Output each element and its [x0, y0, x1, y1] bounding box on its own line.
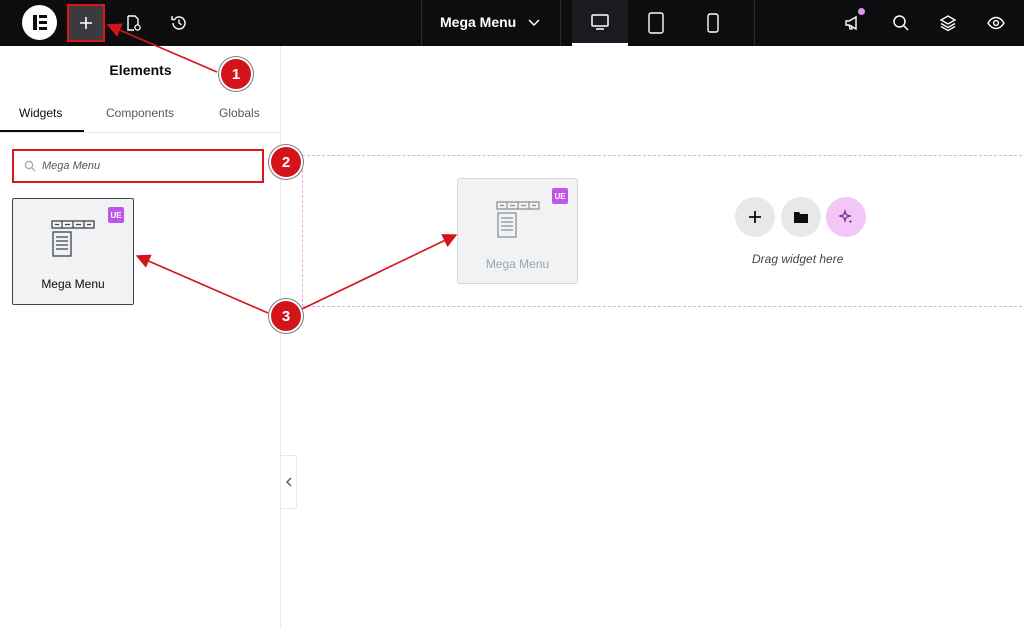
elementor-logo-icon[interactable] — [22, 5, 57, 40]
step-marker-1: 1 — [219, 57, 253, 91]
notification-dot — [858, 8, 865, 15]
device-mobile-button[interactable] — [685, 0, 741, 46]
step-marker-2: 2 — [269, 145, 303, 179]
chevron-down-icon[interactable] — [526, 14, 542, 30]
add-element-button[interactable] — [67, 4, 105, 42]
chevron-left-icon — [285, 477, 291, 487]
active-tab-indicator — [0, 130, 84, 132]
mega-menu-icon — [51, 220, 95, 257]
history-icon — [171, 16, 186, 30]
collapse-panel-button[interactable] — [281, 455, 297, 509]
page-settings-button[interactable] — [114, 4, 152, 42]
elementor-editor: Mega Menu Elements Widgets Components Gl… — [0, 0, 1024, 627]
preview-eye-icon — [987, 16, 1005, 30]
mobile-icon — [707, 13, 719, 33]
pro-badge: UE — [552, 188, 568, 204]
whats-new-button[interactable] — [834, 4, 872, 42]
drop-zone-hint: Drag widget here — [752, 252, 844, 266]
folder-icon — [794, 212, 808, 223]
pro-badge: UE — [108, 207, 124, 223]
history-button[interactable] — [160, 4, 198, 42]
device-desktop-button[interactable] — [572, 0, 628, 46]
plus-icon — [80, 17, 92, 29]
mega-menu-icon — [496, 201, 540, 238]
elements-panel: Elements Widgets Components Globals UE M… — [0, 46, 281, 627]
tab-widgets[interactable]: Widgets — [19, 106, 62, 120]
top-bar: Mega Menu — [0, 0, 1024, 46]
device-tablet-button[interactable] — [628, 0, 684, 46]
widget-mega-menu[interactable]: UE Mega Menu — [12, 198, 134, 305]
search-input[interactable] — [42, 159, 252, 173]
page-settings-icon — [127, 15, 141, 31]
desktop-icon — [591, 13, 609, 30]
structure-button[interactable] — [929, 4, 967, 42]
search-icon — [893, 15, 909, 31]
ai-sparkle-icon — [838, 209, 853, 224]
plus-icon — [749, 211, 761, 223]
tablet-icon — [648, 12, 664, 34]
search-button[interactable] — [882, 4, 920, 42]
layers-icon — [939, 15, 957, 32]
tab-globals[interactable]: Globals — [219, 106, 260, 120]
drop-zone[interactable] — [302, 155, 1024, 307]
preview-button[interactable] — [977, 4, 1015, 42]
tab-components[interactable]: Components — [106, 106, 174, 120]
panel-tabs: Widgets Components Globals — [0, 97, 281, 133]
step-marker-3: 3 — [269, 299, 303, 333]
ai-generate-button[interactable] — [826, 197, 866, 237]
widget-label: Mega Menu — [41, 277, 105, 291]
search-icon — [24, 160, 36, 172]
document-title[interactable]: Mega Menu — [440, 14, 516, 30]
widget-search-box — [12, 149, 264, 183]
dragged-widget-mega-menu[interactable]: UE Mega Menu — [457, 178, 578, 284]
add-template-button[interactable] — [781, 197, 821, 237]
whats-new-icon — [845, 15, 857, 31]
widget-label: Mega Menu — [485, 257, 550, 271]
add-section-button[interactable] — [735, 197, 775, 237]
